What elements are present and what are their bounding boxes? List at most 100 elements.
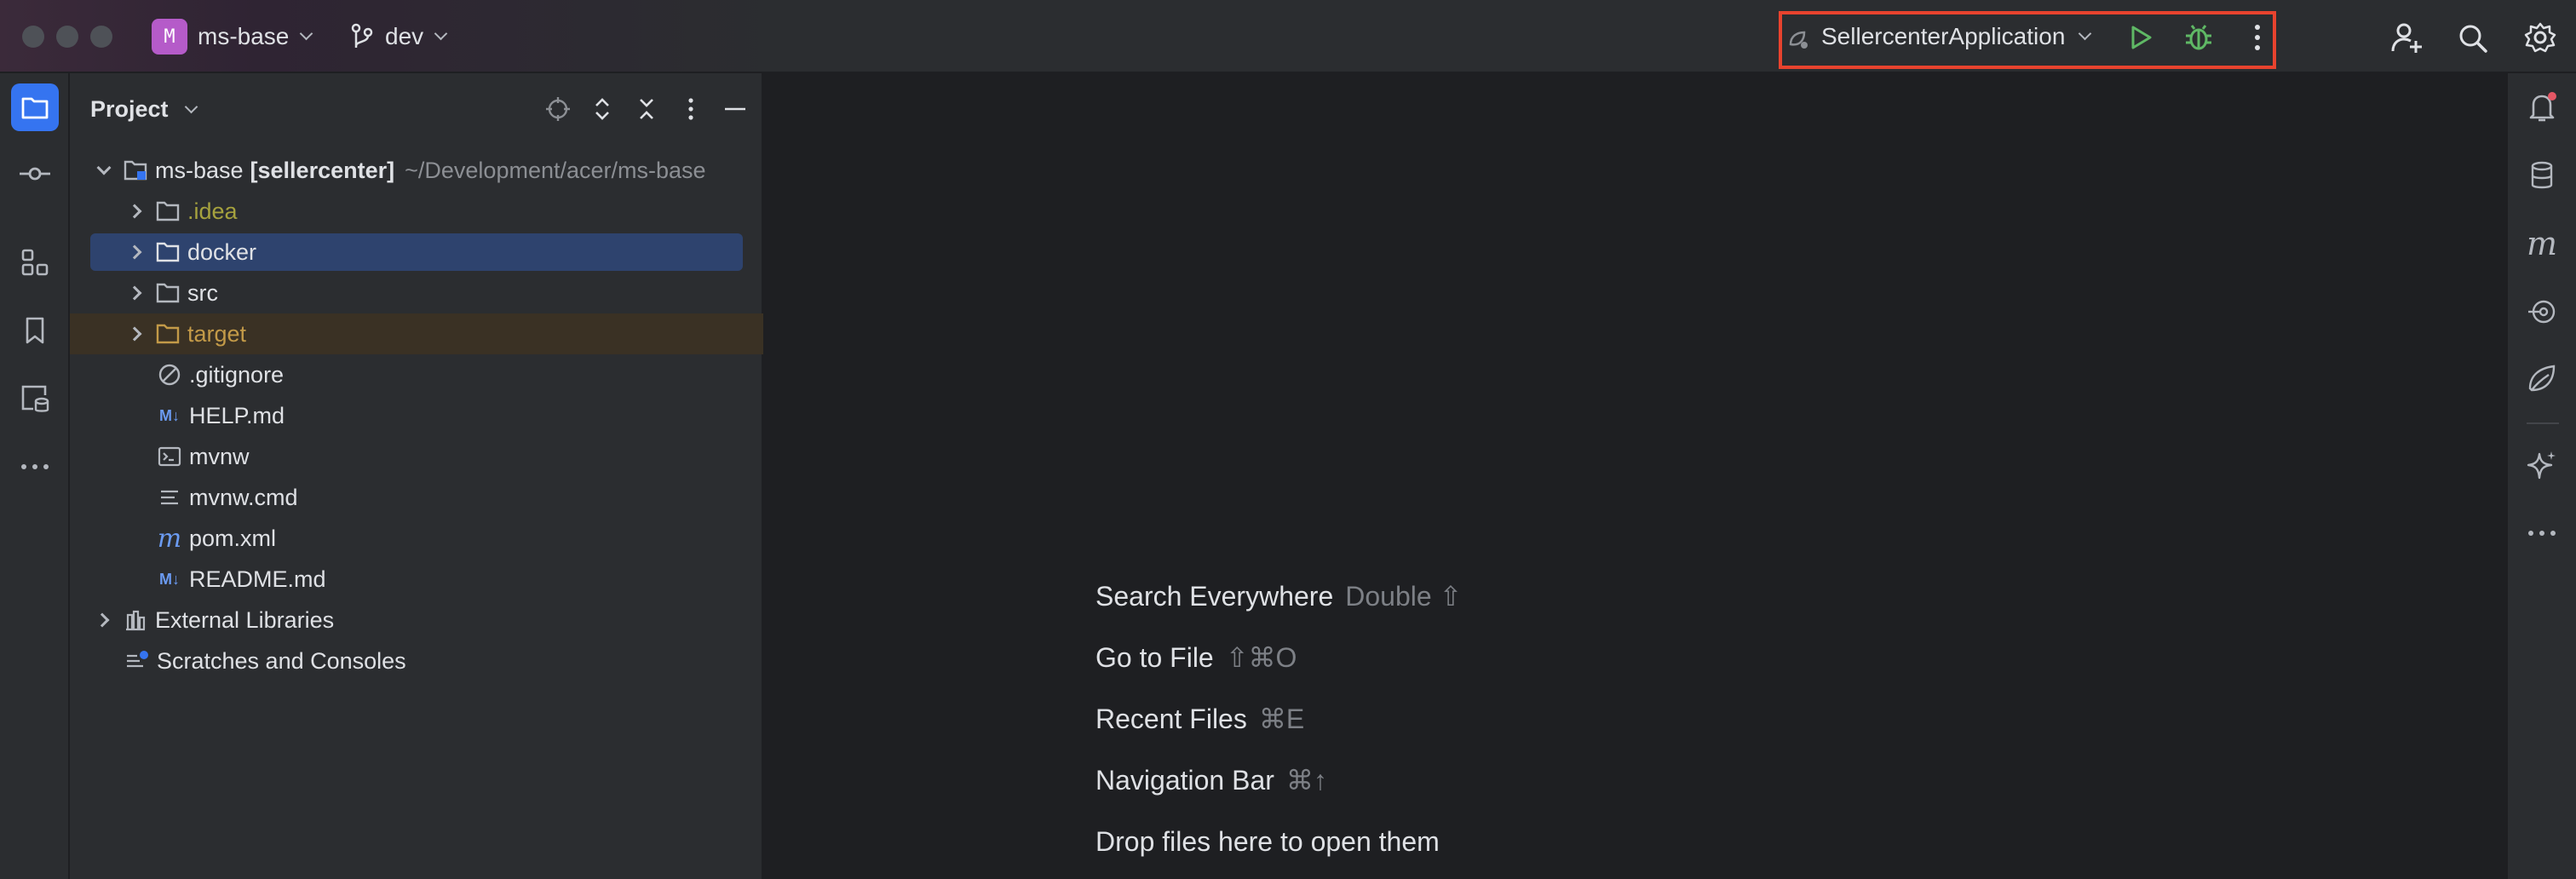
maven-icon: m (2526, 225, 2558, 262)
tree-node-folder[interactable]: .idea (70, 191, 763, 232)
module-path: ~/Development/acer/ms-base (405, 157, 706, 183)
folder-icon (153, 197, 182, 226)
settings-gear-icon[interactable] (2523, 20, 2557, 55)
collapse-all-icon (640, 99, 653, 119)
database-icon (2531, 161, 2553, 189)
strip-separator (2527, 422, 2559, 424)
hint-shortcut: ⇧⌘O (1225, 642, 1297, 673)
services-icon (21, 385, 49, 412)
tree-node-folder[interactable]: src (70, 273, 763, 313)
tree-node-file[interactable]: .gitignore (70, 354, 763, 395)
expand-arrow-icon[interactable] (127, 204, 142, 219)
tree-node-folder-selected[interactable]: docker (70, 232, 763, 273)
hint-label: Search Everywhere (1095, 581, 1334, 612)
expand-arrow-icon[interactable] (95, 612, 110, 628)
search-icon[interactable] (2457, 22, 2489, 55)
title-bar: M ms-base dev SellercenterApplication (0, 0, 2576, 73)
project-switcher[interactable]: ms-base (198, 20, 289, 53)
tree-node-label: External Libraries (155, 606, 335, 633)
more-vertical-icon (688, 98, 693, 120)
expand-all-button[interactable] (588, 92, 617, 126)
tree-node-label: .idea (187, 198, 238, 224)
tree-node-label: .gitignore (189, 361, 285, 388)
panel-title: Project (90, 96, 169, 122)
expand-arrow-icon[interactable] (127, 285, 142, 301)
ai-assistant-icon (2527, 451, 2556, 480)
more-tools-button[interactable] (2518, 509, 2566, 557)
bookmarks-tool-button[interactable] (11, 307, 59, 354)
more-tools-button[interactable] (11, 443, 59, 491)
module-folder-icon (121, 156, 150, 185)
module-name: [sellercenter] (250, 157, 395, 183)
editor-empty-area[interactable]: Search Everywhere Double ⇧ Go to File ⇧⌘O … (763, 73, 2506, 879)
text-file-icon (155, 483, 184, 512)
ignore-file-icon (155, 360, 184, 389)
structure-icon (21, 249, 49, 276)
project-tool-button[interactable] (11, 83, 59, 131)
branch-icon (351, 23, 373, 48)
tree-node-file[interactable]: M↓ README.md (70, 559, 763, 600)
tree-node-scratches[interactable]: Scratches and Consoles (70, 641, 763, 681)
expand-all-icon (595, 98, 609, 120)
run-widget-highlight (1779, 11, 2276, 69)
options-button[interactable] (676, 92, 705, 126)
tree-node-label: target (187, 320, 247, 347)
tree-node-label: docker (187, 238, 257, 265)
ai-assistant-button[interactable] (2518, 441, 2566, 489)
database-button[interactable] (2518, 152, 2566, 199)
tree-node-external-libraries[interactable]: External Libraries (70, 600, 763, 641)
hint-recent-files: Recent Files ⌘E (1095, 700, 1304, 738)
right-tool-strip: m (2506, 73, 2576, 879)
tree-node-file[interactable]: M↓ HELP.md (70, 395, 763, 436)
tree-node-label: mvnw (189, 443, 250, 469)
expand-arrow-icon[interactable] (96, 160, 112, 175)
expand-arrow-icon[interactable] (127, 326, 142, 342)
hint-shortcut: Double ⇧ (1345, 581, 1463, 612)
hide-panel-button[interactable] (721, 92, 750, 126)
hint-navigation-bar: Navigation Bar ⌘↑ (1095, 761, 1327, 799)
hint-label: Drop files here to open them (1095, 826, 1440, 857)
more-tools-icon (2528, 531, 2556, 536)
spring-button[interactable] (2518, 354, 2566, 402)
maven-button[interactable]: m (2518, 220, 2566, 267)
services-tool-button[interactable] (11, 375, 59, 422)
project-badge[interactable]: M (152, 19, 187, 55)
tree-node-root-module[interactable]: ms-base [sellercenter] ~/Development/ace… (70, 150, 763, 191)
tree-node-label: src (187, 279, 218, 306)
chevron-down-icon (434, 26, 448, 41)
tree-node-label: README.md (189, 566, 326, 592)
commit-tool-button[interactable] (11, 150, 59, 198)
shell-script-icon (155, 442, 184, 471)
project-view-selector[interactable]: Project (90, 92, 198, 126)
hint-drop-files: Drop files here to open them (1095, 823, 1440, 860)
left-tool-strip (0, 73, 70, 879)
window-zoom-button[interactable] (90, 26, 112, 48)
tree-node-excluded-folder[interactable]: target (70, 313, 763, 354)
locate-icon (546, 97, 570, 121)
select-opened-file-button[interactable] (543, 92, 572, 126)
minimize-icon (725, 107, 745, 111)
structure-tool-button[interactable] (11, 238, 59, 286)
panel-actions (543, 92, 750, 126)
endpoints-icon (2528, 300, 2556, 324)
commit-icon (20, 167, 50, 181)
tree-node-label: pom.xml (189, 525, 277, 551)
chevron-down-icon (184, 100, 198, 114)
scratches-icon (123, 646, 152, 675)
tree-node-file[interactable]: m pom.xml (70, 518, 763, 559)
hint-label: Navigation Bar (1095, 765, 1274, 796)
markdown-file-icon: M↓ (159, 406, 180, 424)
folder-icon (153, 238, 182, 267)
notifications-button[interactable] (2518, 83, 2566, 131)
branch-switcher[interactable]: dev (385, 20, 423, 53)
folder-icon (153, 279, 182, 307)
window-minimize-button[interactable] (56, 26, 78, 48)
hint-go-to-file: Go to File ⇧⌘O (1095, 639, 1297, 676)
window-close-button[interactable] (22, 26, 44, 48)
add-user-icon[interactable] (2390, 20, 2424, 55)
tree-node-file[interactable]: mvnw (70, 436, 763, 477)
collapse-all-button[interactable] (632, 92, 661, 126)
tree-node-file[interactable]: mvnw.cmd (70, 477, 763, 518)
markdown-file-icon: M↓ (159, 570, 180, 588)
endpoints-button[interactable] (2518, 288, 2566, 336)
